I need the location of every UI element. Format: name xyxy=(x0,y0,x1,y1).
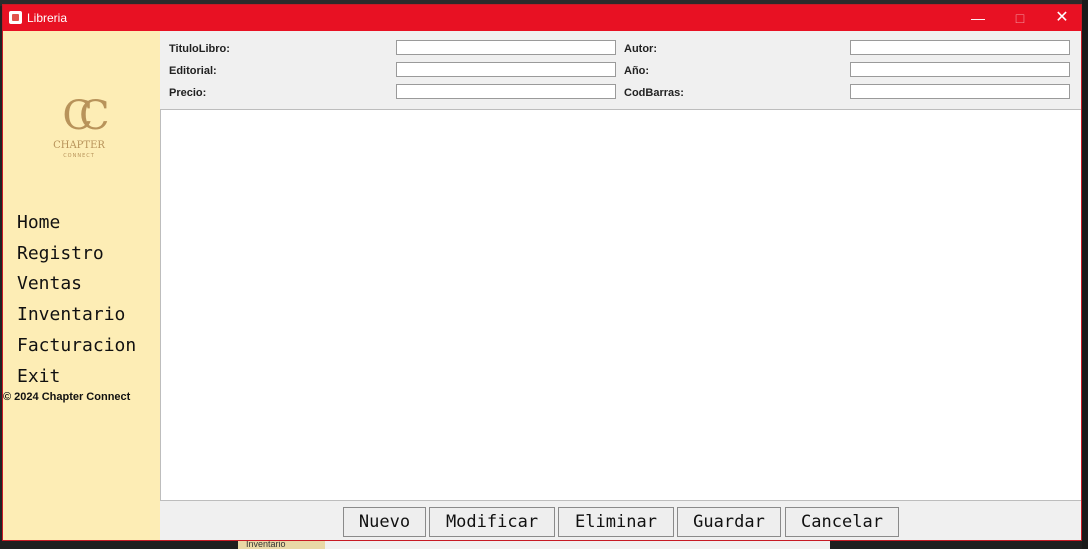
sidebar-item-home[interactable]: Home xyxy=(17,212,60,234)
background-right-edge xyxy=(1082,0,1088,549)
book-form: TituloLibro: Autor: Editorial: Año: Prec… xyxy=(160,31,1081,110)
anio-field[interactable] xyxy=(850,62,1070,77)
codbarras-label: CodBarras: xyxy=(624,87,684,99)
java-app-icon xyxy=(9,11,22,24)
sidebar: CC CHAPTER CONNECT Home Registro Ventas … xyxy=(3,31,160,540)
sidebar-item-registro[interactable]: Registro xyxy=(17,243,104,265)
titulo-field[interactable] xyxy=(396,40,616,55)
background-tab-inventario: Inventario xyxy=(238,540,325,549)
guardar-button[interactable]: Guardar xyxy=(677,507,781,537)
sidebar-item-ventas[interactable]: Ventas xyxy=(17,273,82,295)
chapter-connect-logo: CC CHAPTER CONNECT xyxy=(53,93,119,159)
logo-monogram: CC xyxy=(62,93,108,139)
eliminar-button[interactable]: Eliminar xyxy=(558,507,674,537)
close-button[interactable]: ✕ xyxy=(1041,5,1081,31)
editorial-field[interactable] xyxy=(396,62,616,77)
cancelar-button[interactable]: Cancelar xyxy=(785,507,899,537)
autor-field[interactable] xyxy=(850,40,1070,55)
precio-label: Precio: xyxy=(169,87,207,99)
precio-field[interactable] xyxy=(396,84,616,99)
sidebar-item-facturacion[interactable]: Facturacion xyxy=(17,335,136,357)
maximize-button[interactable]: □ xyxy=(999,5,1041,31)
logo-name: CHAPTER xyxy=(53,140,105,151)
titulo-label: TituloLibro: xyxy=(169,43,230,55)
editorial-label: Editorial: xyxy=(169,65,217,77)
modificar-button[interactable]: Modificar xyxy=(429,507,555,537)
libreria-window: Libreria — □ ✕ CC CHAPTER CONNECT Home R… xyxy=(2,4,1082,541)
minimize-button[interactable]: — xyxy=(957,5,999,31)
sidebar-item-exit[interactable]: Exit xyxy=(17,366,60,388)
title-bar[interactable]: Libreria — □ ✕ xyxy=(3,5,1081,31)
background-window-edge xyxy=(325,540,830,549)
books-table-area[interactable] xyxy=(160,109,1081,501)
sidebar-item-inventario[interactable]: Inventario xyxy=(17,304,125,326)
nuevo-button[interactable]: Nuevo xyxy=(343,507,426,537)
codbarras-field[interactable] xyxy=(850,84,1070,99)
copyright-text: © 2024 Chapter Connect xyxy=(3,391,131,403)
autor-label: Autor: xyxy=(624,43,657,55)
logo-tagline: CONNECT xyxy=(63,153,95,159)
anio-label: Año: xyxy=(624,65,650,77)
window-title: Libreria xyxy=(27,11,68,25)
